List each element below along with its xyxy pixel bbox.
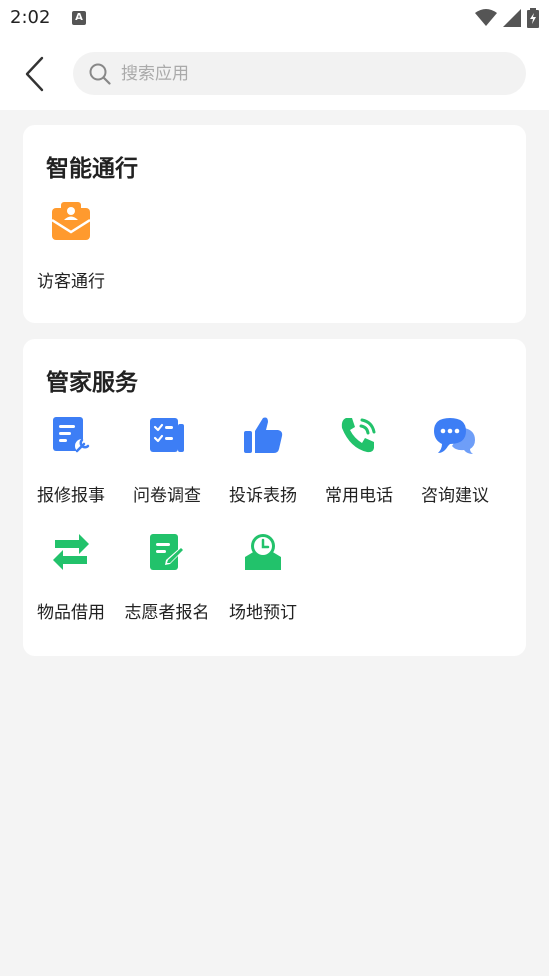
- app-label: 问卷调查: [133, 486, 201, 506]
- app-label: 访客通行: [37, 272, 105, 292]
- section-title: 管家服务: [46, 370, 138, 396]
- app-consult-suggest[interactable]: 咨询建议: [407, 413, 503, 506]
- phone-icon: [337, 413, 381, 457]
- section-smart-access: 智能通行 访客通行: [23, 125, 526, 323]
- app-label: 投诉表扬: [229, 486, 297, 506]
- app-grid: 报修报事 问卷调查 投诉表扬 常用电话 咨询建议 物品借用 志愿者报名 场地预订: [23, 413, 503, 623]
- visitor-pass-icon: [49, 199, 93, 243]
- app-repair[interactable]: 报修报事: [23, 413, 119, 506]
- app-label: 物品借用: [37, 603, 105, 623]
- search-icon: [89, 63, 111, 85]
- app-venue-booking[interactable]: 场地预订: [215, 530, 311, 623]
- app-label: 志愿者报名: [124, 603, 210, 623]
- header: [0, 38, 549, 110]
- status-icons: [475, 8, 539, 28]
- app-common-phone[interactable]: 常用电话: [311, 413, 407, 506]
- app-item-borrow[interactable]: 物品借用: [23, 530, 119, 623]
- volunteer-icon: [145, 530, 189, 574]
- section-title: 智能通行: [46, 156, 138, 182]
- status-bar: 2:02 A: [0, 0, 549, 38]
- chevron-left-icon: [25, 56, 44, 92]
- borrow-icon: [49, 530, 93, 574]
- battery-icon: [527, 8, 539, 28]
- app-label: 场地预订: [229, 603, 297, 623]
- app-complaint-praise[interactable]: 投诉表扬: [215, 413, 311, 506]
- app-grid: 访客通行: [23, 199, 503, 292]
- app-label: 报修报事: [37, 486, 105, 506]
- repair-icon: [49, 413, 93, 457]
- notification-icon: A: [72, 11, 86, 25]
- search-bar[interactable]: [73, 52, 526, 95]
- signal-icon: [503, 9, 521, 27]
- thumbs-up-icon: [241, 413, 285, 457]
- app-label: 常用电话: [325, 486, 393, 506]
- status-time: 2:02: [10, 7, 51, 28]
- search-input[interactable]: [121, 63, 481, 84]
- wifi-icon: [475, 9, 497, 26]
- app-label: 咨询建议: [421, 486, 489, 506]
- venue-booking-icon: [241, 530, 285, 574]
- back-button[interactable]: [14, 52, 54, 96]
- app-volunteer[interactable]: 志愿者报名: [119, 530, 215, 623]
- app-visitor-pass[interactable]: 访客通行: [23, 199, 119, 292]
- app-survey[interactable]: 问卷调查: [119, 413, 215, 506]
- chat-icon: [433, 413, 477, 457]
- section-butler-service: 管家服务 报修报事 问卷调查 投诉表扬 常用电话 咨询建议 物品借用 志愿者报名…: [23, 339, 526, 656]
- survey-icon: [145, 413, 189, 457]
